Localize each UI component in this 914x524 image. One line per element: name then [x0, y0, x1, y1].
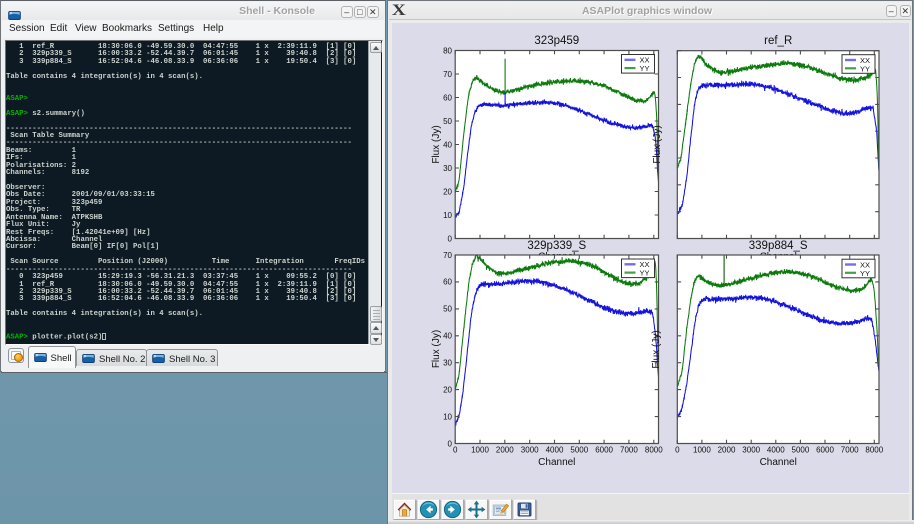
- svg-text:6000: 6000: [595, 446, 613, 455]
- svg-text:70: 70: [443, 70, 452, 79]
- svg-text:10: 10: [443, 412, 452, 421]
- svg-text:60: 60: [443, 93, 452, 102]
- svg-text:20: 20: [443, 187, 452, 196]
- svg-text:40: 40: [443, 140, 452, 149]
- svg-text:Flux (Jy): Flux (Jy): [652, 125, 663, 163]
- svg-text:ref_R: ref_R: [764, 35, 792, 47]
- svg-text:4000: 4000: [546, 446, 564, 455]
- svg-text:10: 10: [443, 211, 452, 220]
- svg-text:329p339_S: 329p339_S: [527, 240, 586, 252]
- svg-text:339p884_S: 339p884_S: [749, 240, 808, 252]
- svg-text:YY: YY: [640, 269, 650, 278]
- svg-text:70: 70: [443, 251, 452, 260]
- svg-text:1000: 1000: [693, 446, 711, 455]
- svg-text:Flux (Jy): Flux (Jy): [431, 330, 442, 368]
- svg-text:0: 0: [448, 439, 453, 448]
- svg-text:0: 0: [448, 234, 453, 243]
- svg-text:40: 40: [443, 332, 452, 341]
- svg-text:6000: 6000: [816, 446, 834, 455]
- svg-text:Flux (Jy): Flux (Jy): [431, 125, 442, 163]
- svg-text:4000: 4000: [767, 446, 785, 455]
- svg-text:0: 0: [675, 446, 680, 455]
- svg-text:Channel: Channel: [538, 457, 575, 468]
- svg-text:8000: 8000: [865, 446, 883, 455]
- svg-text:Flux (Jy): Flux (Jy): [651, 330, 662, 368]
- svg-text:Channel: Channel: [760, 457, 797, 468]
- svg-text:YY: YY: [640, 64, 650, 73]
- svg-text:30: 30: [443, 359, 452, 368]
- svg-text:30: 30: [443, 164, 452, 173]
- svg-text:2000: 2000: [496, 446, 514, 455]
- svg-text:1000: 1000: [471, 446, 489, 455]
- svg-text:8000: 8000: [645, 446, 663, 455]
- svg-text:YY: YY: [860, 64, 870, 73]
- svg-text:2000: 2000: [718, 446, 736, 455]
- svg-text:5000: 5000: [570, 446, 588, 455]
- svg-text:80: 80: [443, 46, 452, 55]
- svg-text:7000: 7000: [841, 446, 859, 455]
- svg-text:0: 0: [453, 446, 458, 455]
- svg-text:50: 50: [443, 117, 452, 126]
- svg-text:YY: YY: [860, 269, 870, 278]
- svg-text:3000: 3000: [742, 446, 760, 455]
- svg-text:20: 20: [443, 385, 452, 394]
- svg-text:60: 60: [443, 278, 452, 287]
- svg-text:3000: 3000: [521, 446, 539, 455]
- svg-text:7000: 7000: [620, 446, 638, 455]
- svg-text:50: 50: [443, 305, 452, 314]
- svg-text:323p459: 323p459: [534, 35, 579, 47]
- svg-text:5000: 5000: [792, 446, 810, 455]
